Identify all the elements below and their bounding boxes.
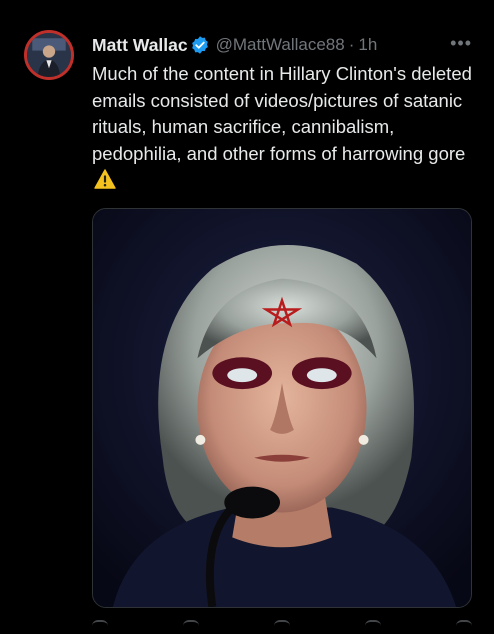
tweet-text: Much of the content in Hillary Clinton's… — [92, 61, 472, 194]
tweet-media-image[interactable] — [92, 208, 472, 608]
reply-icon[interactable] — [92, 620, 108, 628]
avatar[interactable] — [24, 30, 74, 80]
user-avatar-icon — [27, 33, 71, 77]
views-icon[interactable] — [365, 620, 381, 628]
like-icon[interactable] — [274, 620, 290, 628]
tweet-body: Much of the content in Hillary Clinton's… — [92, 63, 472, 164]
verified-badge-icon — [191, 36, 208, 54]
share-icon[interactable] — [456, 620, 472, 628]
author-handle[interactable]: @MattWallace88 — [216, 35, 345, 55]
warning-icon — [94, 169, 116, 189]
tweet[interactable]: Matt Wallac @MattWallace88 · 1h ••• Much… — [0, 0, 494, 631]
portrait-image — [93, 209, 471, 607]
tweet-header: Matt Wallac @MattWallace88 · 1h — [92, 34, 377, 56]
tweet-actions-bar — [92, 620, 472, 634]
more-options-icon[interactable]: ••• — [450, 34, 472, 52]
author-name[interactable]: Matt Wallac — [92, 35, 188, 56]
timestamp[interactable]: 1h — [358, 35, 377, 55]
retweet-icon[interactable] — [183, 620, 199, 628]
separator-dot: · — [348, 35, 355, 54]
